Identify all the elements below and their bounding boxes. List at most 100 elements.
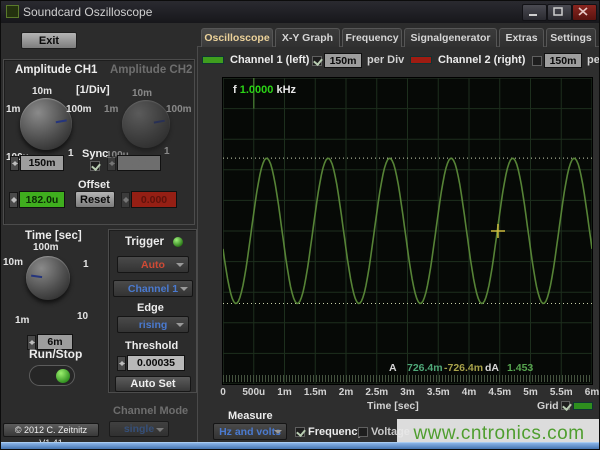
trigger-threshold-label: Threshold	[125, 340, 178, 352]
tab-signalgenerator[interactable]: Signalgenerator	[404, 28, 497, 47]
channel1-per-div-label: per Div	[367, 54, 404, 66]
amp-scale-left: 1m	[6, 104, 20, 115]
x-tick-label: 5m	[523, 387, 537, 398]
exit-button[interactable]: Exit	[21, 32, 77, 49]
app-icon	[6, 5, 19, 18]
tab-oscilloscope[interactable]: Oscilloscope	[201, 28, 273, 47]
freq-value: 1.0000	[240, 84, 274, 96]
offset-ch1-spinner[interactable]	[9, 192, 18, 208]
measure-mode-dropdown[interactable]: Hz and volts	[213, 423, 287, 440]
trigger-edge-label: Edge	[137, 302, 164, 314]
trigger-threshold-value[interactable]: 0.00035	[127, 355, 185, 371]
x-tick-label: 4m	[462, 387, 476, 398]
time-scale-top: 100m	[33, 242, 59, 253]
channel1-color-swatch	[202, 56, 224, 64]
freq-unit: kHz	[276, 84, 296, 96]
trigger-autoset-button[interactable]: Auto Set	[115, 376, 191, 392]
frequency-checkbox[interactable]	[295, 427, 305, 437]
channel2-per-div-field[interactable]: 150m	[544, 53, 582, 68]
channel1-per-div-field[interactable]: 150m	[324, 53, 362, 68]
measure-max-value: 726.4m	[407, 362, 443, 374]
frequency-label: Frequency	[308, 426, 364, 438]
x-axis-title: Time [sec]	[367, 400, 419, 412]
measure-min-value: -726.4m	[444, 362, 483, 374]
trigger-title: Trigger	[125, 236, 164, 248]
grid-label: Grid	[537, 400, 559, 412]
time-scale-bottom-left: 1m	[15, 315, 29, 326]
grid-color-swatch	[573, 402, 593, 410]
time-scale-bottom-right: 10	[77, 311, 88, 322]
trigger-source-dropdown[interactable]: Channel 1	[113, 280, 193, 297]
trigger-group: Trigger Auto Channel 1 Edge rising Thres…	[108, 229, 197, 393]
amp2-scale-bottom-right: 1	[164, 146, 170, 157]
amplitude-ch1-title: Amplitude CH1	[15, 64, 97, 76]
x-tick-label: 4.5m	[488, 387, 511, 398]
amp-scale-bottom-right: 1	[68, 148, 74, 159]
measure-da-value: 1.453	[507, 362, 533, 374]
channel-mode-dropdown[interactable]: single	[109, 421, 169, 437]
trigger-led	[173, 237, 183, 247]
minimize-button[interactable]	[522, 4, 547, 21]
close-button[interactable]	[572, 4, 597, 21]
app-window: Soundcard Oszilloscope Exit Oscilloscope…	[0, 0, 600, 450]
channel1-enable-checkbox[interactable]	[312, 56, 322, 66]
tab-extras[interactable]: Extras	[499, 28, 544, 47]
amp-scale-right: 100m	[66, 104, 92, 115]
tab-frequency[interactable]: Frequency	[342, 28, 402, 47]
x-tick-label: 1.5m	[304, 387, 327, 398]
offset-label: Offset	[78, 179, 110, 191]
time-knob-pointer	[23, 253, 73, 303]
grid-checkbox[interactable]	[561, 401, 570, 410]
time-knob[interactable]	[26, 256, 70, 300]
amp2-scale-top: 10m	[132, 88, 152, 99]
measure-title: Measure	[228, 410, 273, 422]
run-stop-indicator	[56, 369, 70, 383]
channel-mode-label: Channel Mode	[113, 405, 188, 417]
tab-x-y-graph[interactable]: X-Y Graph	[275, 28, 340, 47]
copyright-button[interactable]: © 2012 C. Zeitnitz V1.41	[3, 423, 99, 437]
maximize-button[interactable]	[547, 4, 572, 21]
amplitude-ch2-knob[interactable]	[122, 100, 170, 148]
freq-prefix: f	[233, 84, 237, 96]
amp2-scale-right: 100m	[166, 104, 192, 115]
x-tick-label: 3.5m	[427, 387, 450, 398]
run-stop-label: Run/Stop	[29, 347, 82, 361]
x-tick-label: 3m	[400, 387, 414, 398]
amp-scale-top: 10m	[32, 86, 52, 97]
channel2-color-swatch	[410, 56, 432, 64]
run-stop-toggle[interactable]	[29, 365, 75, 386]
trigger-mode-dropdown[interactable]: Auto	[117, 256, 189, 273]
time-title: Time [sec]	[25, 230, 82, 242]
x-tick-label: 0	[220, 387, 226, 398]
trigger-threshold-spinner[interactable]	[117, 356, 126, 371]
amplitude-ch1-knob-pointer	[16, 94, 76, 154]
tab-settings[interactable]: Settings	[546, 28, 596, 47]
amplitude-ch2-title: Amplitude CH2	[110, 64, 192, 76]
x-tick-label: 6m	[585, 387, 599, 398]
amplitude-ch1-value[interactable]: 150m	[20, 155, 64, 171]
channel1-label: Channel 1 (left)	[230, 54, 309, 66]
close-icon	[578, 7, 590, 17]
taskbar-strip	[1, 442, 600, 450]
oscilloscope-display[interactable]: f 1.0000 kHz A 726.4m -726.4m dA 1.453	[222, 77, 593, 385]
trigger-edge-dropdown[interactable]: rising	[117, 316, 189, 333]
amplitude-ch2-spinner[interactable]	[107, 156, 116, 171]
voltage-checkbox[interactable]	[358, 427, 368, 437]
channel2-enable-checkbox[interactable]	[532, 56, 542, 66]
time-scale-right: 1	[83, 259, 89, 270]
offset-reset-button[interactable]: Reset	[75, 191, 115, 208]
channel2-per-div-label: per Div	[587, 54, 600, 66]
x-tick-label: 500u	[242, 387, 265, 398]
offset-ch2-spinner[interactable]	[121, 192, 130, 208]
amplitude-ch1-knob[interactable]	[20, 98, 72, 150]
minimize-icon	[528, 7, 540, 17]
time-ruler-ticks	[223, 375, 592, 382]
waveform-plot	[223, 78, 592, 384]
amplitude-ch2-value[interactable]: 150m	[117, 155, 161, 171]
x-tick-label: 2.5m	[365, 387, 388, 398]
amplitude-ch1-spinner[interactable]	[10, 156, 19, 171]
offset-ch2-value[interactable]: 0.000	[131, 191, 177, 208]
x-tick-label: 1m	[277, 387, 291, 398]
offset-ch1-value[interactable]: 182.0u	[19, 191, 65, 208]
sync-checkbox[interactable]	[90, 161, 100, 171]
